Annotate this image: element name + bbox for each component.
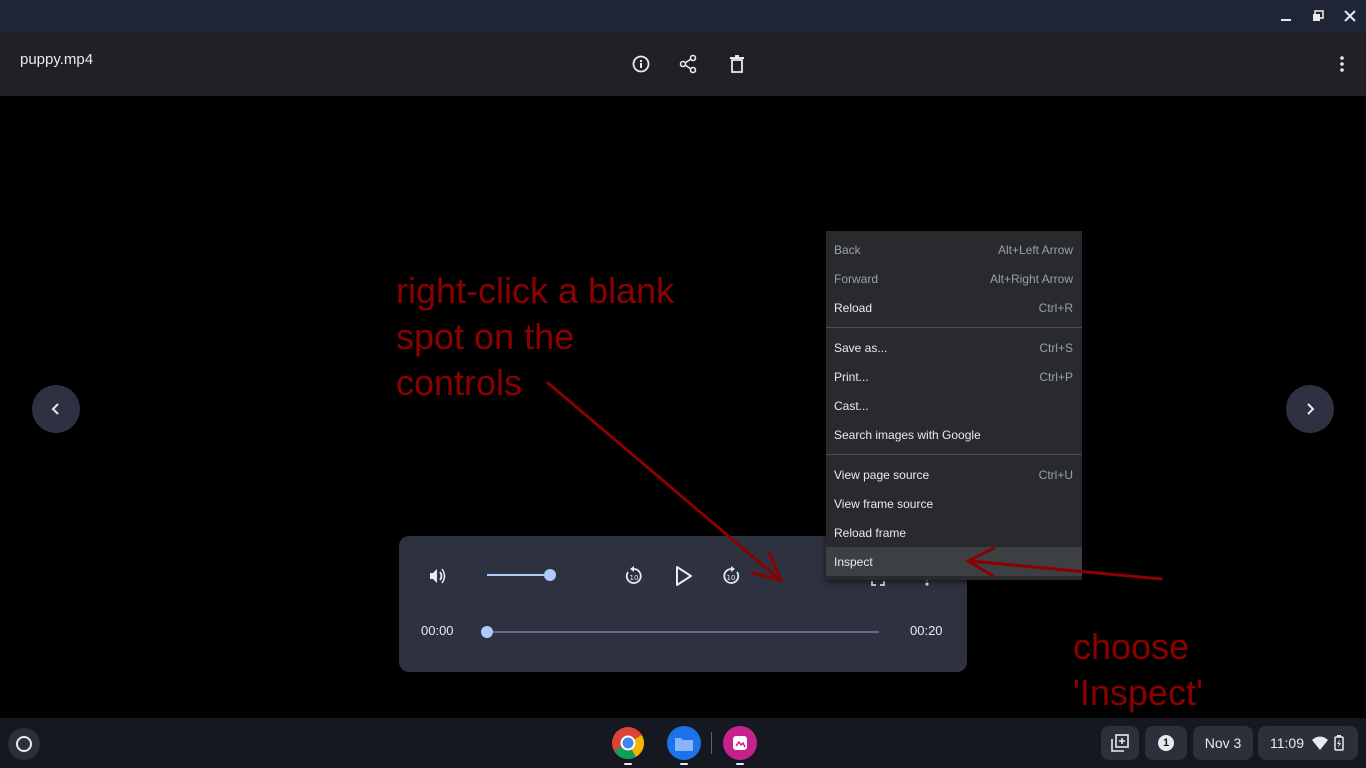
screen-capture-button[interactable] [1101, 726, 1139, 760]
menu-item-back[interactable]: Back Alt+Left Arrow [826, 235, 1082, 264]
shelf-divider [711, 732, 712, 754]
clock-text: 11:09 [1270, 735, 1304, 751]
volume-icon[interactable] [423, 564, 451, 588]
menu-item-print[interactable]: Print... Ctrl+P [826, 362, 1082, 391]
chevron-right-icon [1307, 403, 1315, 415]
running-indicator [624, 763, 632, 765]
total-time: 00:20 [910, 623, 943, 638]
file-title: puppy.mp4 [20, 51, 94, 68]
running-indicator [736, 763, 744, 765]
date-button[interactable]: Nov 3 [1193, 726, 1253, 760]
wifi-icon [1312, 736, 1328, 750]
rewind-10-icon[interactable]: 10 [621, 564, 647, 588]
date-text: Nov 3 [1204, 735, 1242, 751]
menu-item-search-images[interactable]: Search images with Google [826, 420, 1082, 449]
volume-slider-thumb[interactable] [544, 569, 556, 581]
menu-item-reload[interactable]: Reload Ctrl+R [826, 293, 1082, 322]
delete-icon[interactable] [721, 48, 753, 80]
notification-count-badge: 1 [1158, 735, 1174, 751]
window-title-bar [0, 0, 1366, 32]
launcher-icon [16, 736, 32, 752]
menu-item-save-as[interactable]: Save as... Ctrl+S [826, 333, 1082, 362]
context-menu: Back Alt+Left Arrow Forward Alt+Right Arro… [826, 231, 1082, 580]
gallery-app-icon[interactable] [723, 726, 757, 760]
forward-10-icon[interactable]: 10 [718, 564, 744, 588]
menu-item-cast[interactable]: Cast... [826, 391, 1082, 420]
svg-text:10: 10 [727, 574, 736, 582]
notification-button[interactable]: 1 [1145, 726, 1187, 760]
menu-item-view-frame-source[interactable]: View frame source [826, 489, 1082, 518]
chrome-app-icon[interactable] [611, 726, 645, 760]
seek-bar[interactable] [487, 631, 879, 633]
restore-icon[interactable] [1306, 4, 1330, 28]
seek-bar-thumb[interactable] [481, 626, 493, 638]
app-header: puppy.mp4 [0, 32, 1366, 96]
menu-item-forward[interactable]: Forward Alt+Right Arrow [826, 264, 1082, 293]
minimize-icon[interactable] [1274, 4, 1298, 28]
status-area-button[interactable]: 11:09 [1258, 726, 1358, 760]
files-app-icon[interactable] [667, 726, 701, 760]
annotation-step-2: choose 'Inspect' [1073, 626, 1203, 713]
previous-button[interactable] [32, 385, 80, 433]
next-button[interactable] [1286, 385, 1334, 433]
menu-item-view-page-source[interactable]: View page source Ctrl+U [826, 460, 1082, 489]
volume-slider[interactable] [487, 574, 551, 576]
info-icon[interactable] [625, 48, 657, 80]
more-options-icon[interactable] [1326, 48, 1358, 80]
screen-capture-icon [1111, 734, 1129, 752]
battery-icon [1334, 735, 1344, 751]
menu-item-reload-frame[interactable]: Reload frame [826, 518, 1082, 547]
running-indicator [680, 763, 688, 765]
chevron-left-icon [51, 403, 59, 415]
current-time: 00:00 [421, 623, 454, 638]
svg-text:10: 10 [630, 574, 639, 582]
menu-separator [826, 327, 1082, 328]
close-icon[interactable] [1338, 4, 1362, 28]
shelf: 1 Nov 3 11:09 [0, 718, 1366, 768]
menu-separator [826, 454, 1082, 455]
annotation-step-1: right-click a blank spot on the controls [396, 270, 675, 403]
play-icon[interactable] [669, 562, 697, 590]
menu-item-inspect[interactable]: Inspect [826, 547, 1082, 576]
share-icon[interactable] [672, 48, 704, 80]
launcher-button[interactable] [8, 728, 40, 760]
